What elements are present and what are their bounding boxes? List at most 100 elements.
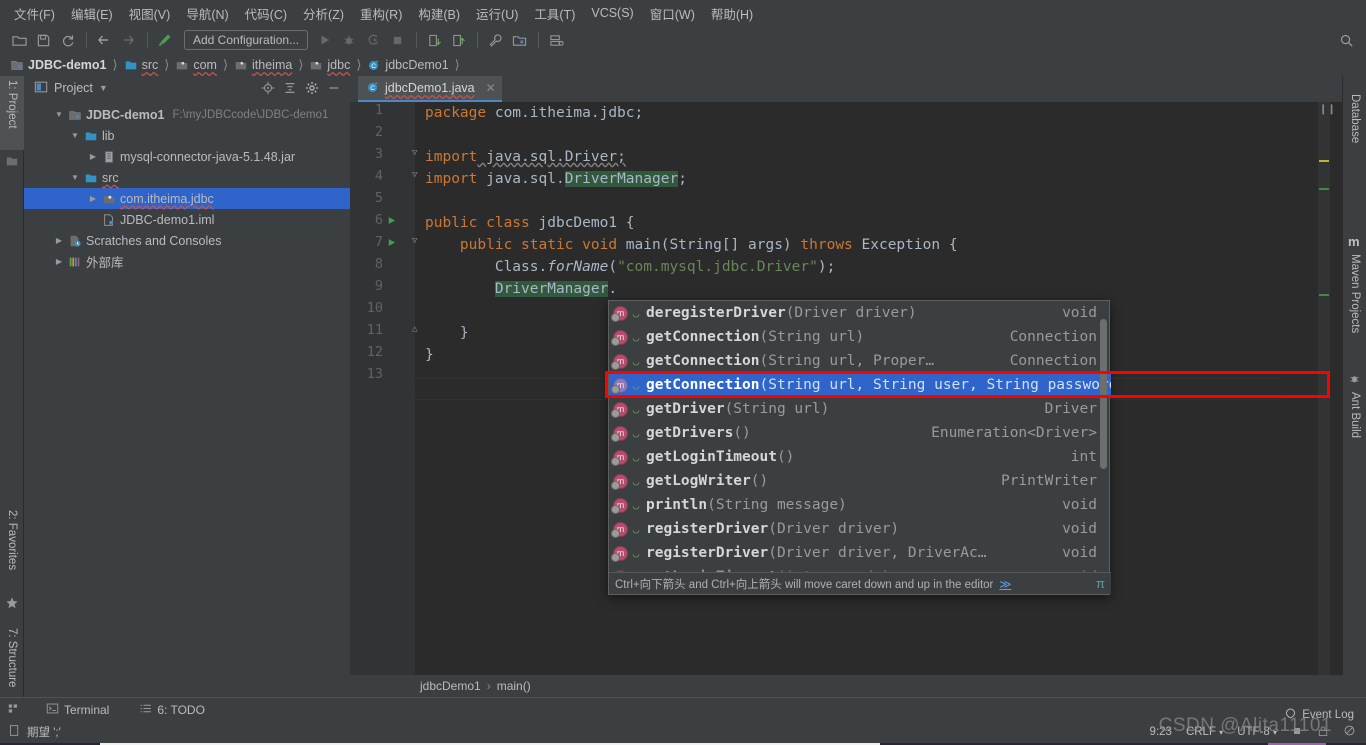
tree-node-src[interactable]: ▼ src [24,167,350,188]
locate-icon[interactable] [258,78,278,98]
run-configuration-selector[interactable]: Add Configuration... [184,30,309,50]
tree-node-lib[interactable]: ▼ lib [24,125,350,146]
menu-item-build[interactable]: 构建(B) [410,1,468,26]
tree-node-scratches[interactable]: ▶ Scratches and Consoles [24,230,350,251]
back-arrow-icon[interactable] [93,29,115,51]
bottom-tab-todo[interactable]: 6: TODO [133,700,211,720]
stop-icon[interactable] [386,29,408,51]
run-icon[interactable] [386,237,397,248]
chevron-down-icon[interactable]: ▼ [68,131,82,140]
tree-node-package[interactable]: ▶ com.itheima.jdbc [24,188,350,209]
stripe-info-marker[interactable] [1319,294,1329,296]
open-folder-icon[interactable] [8,29,30,51]
breadcrumb-class[interactable]: jdbcDemo1 [420,679,481,693]
tree-node-module[interactable]: ▼ JDBC-demo1 F:\myJDBCcode\JDBC-demo1 [24,104,350,125]
tree-node-iml[interactable]: JDBC-demo1.iml [24,209,350,230]
completion-item[interactable]: m ◡ deregisterDriver (Driver driver) voi… [609,301,1111,325]
pi-icon[interactable]: π [1096,576,1105,591]
completion-item[interactable]: m ◡ println (String message) void [609,493,1111,517]
commit-icon[interactable] [447,29,469,51]
completion-item[interactable]: m ◡ registerDriver (Driver driver) void [609,517,1111,541]
menu-item-tools[interactable]: 工具(T) [526,1,583,26]
menu-item-window[interactable]: 窗口(W) [642,1,703,26]
forward-arrow-icon[interactable] [117,29,139,51]
menu-item-edit[interactable]: 编辑(E) [63,1,121,26]
search-everywhere-icon[interactable] [1336,30,1356,50]
tree-node-jar[interactable]: ▶ mysql-connector-java-5.1.48.jar [24,146,350,167]
debug-icon[interactable] [338,29,360,51]
code-completion-popup[interactable]: m ◡ deregisterDriver (Driver driver) voi… [608,300,1111,595]
breadcrumb-item-jdbc[interactable]: jdbc ⟩ [305,54,363,76]
menu-item-view[interactable]: 视图(V) [121,1,179,26]
completion-list[interactable]: m ◡ deregisterDriver (Driver driver) voi… [609,301,1111,573]
structure-tool-label: 7: Structure [6,628,18,688]
sidebar-item-favorites[interactable]: 2: Favorites [0,506,24,592]
collapse-all-icon[interactable] [280,78,300,98]
menu-item-run[interactable]: 运行(U) [468,1,526,26]
editor-tab-jdbcdemo1[interactable]: C jdbcDemo1.java ✕ [358,76,502,102]
menu-item-vcs[interactable]: VCS(S) [583,3,641,23]
close-icon[interactable]: ✕ [486,81,496,95]
completion-scrollbar-thumb[interactable] [1100,319,1107,469]
run-icon[interactable] [386,215,397,226]
completion-method-args: (String url) [759,329,865,345]
tree-node-external-libraries[interactable]: ▶ 外部库 [24,251,350,272]
completion-method-args: (String message) [707,497,847,513]
breadcrumb-item-module[interactable]: JDBC-demo1 ⟩ [6,54,120,76]
breadcrumb-item-src[interactable]: src ⟩ [120,54,172,76]
build-hammer-icon[interactable] [154,29,176,51]
chevron-down-icon[interactable]: ▼ [68,173,82,182]
breadcrumb-item-itheima[interactable]: itheima ⟩ [230,54,305,76]
chevron-right-icon[interactable]: ▶ [86,152,100,161]
update-project-icon[interactable] [423,29,445,51]
breadcrumb-separator: ⟩ [164,57,170,72]
completion-item[interactable]: m ◡ registerDriver (Driver driver, Drive… [609,541,1111,565]
project-structure-icon[interactable] [508,29,530,51]
menu-item-navigate[interactable]: 导航(N) [178,1,236,26]
inspections-off-icon[interactable] [1343,724,1356,740]
chevron-right-icon[interactable]: ▶ [86,194,100,203]
menu-item-help[interactable]: 帮助(H) [703,1,761,26]
settings-wrench-icon[interactable] [484,29,506,51]
completion-item[interactable]: m ◡ getDriver (String url) Driver [609,397,1111,421]
menu-item-code[interactable]: 代码(C) [237,1,295,26]
save-all-icon[interactable] [32,29,54,51]
project-tree[interactable]: ▼ JDBC-demo1 F:\myJDBCcode\JDBC-demo1 ▼ … [24,100,350,697]
stripe-info-marker[interactable] [1319,188,1329,190]
run-coverage-icon[interactable] [362,29,384,51]
bottom-tab-terminal[interactable]: Terminal [40,700,115,720]
completion-item[interactable]: m ◡ getDrivers () Enumeration<Driver> [609,421,1111,445]
completion-item[interactable]: m ◡ getLoginTimeout () int [609,445,1111,469]
completion-item[interactable]: m ◡ getConnection (String url) Connectio… [609,325,1111,349]
breadcrumb-item-com[interactable]: com ⟩ [171,54,230,76]
run-icon[interactable] [314,29,336,51]
sync-refresh-icon[interactable] [56,29,78,51]
completion-hint-more-link[interactable]: ≫ [999,577,1011,591]
gear-icon[interactable] [302,78,322,98]
breadcrumb-item-class[interactable]: C jdbcDemo1 ⟩ [363,54,461,76]
completion-item[interactable]: m ◡ getConnection (String url, Proper… C… [609,349,1111,373]
completion-hint-bar: Ctrl+向下箭头 and Ctrl+向上箭头 will move caret … [609,572,1111,594]
hide-icon[interactable] [324,78,344,98]
sidebar-item-database[interactable]: Database [1343,90,1366,166]
menu-item-refactor[interactable]: 重构(R) [352,1,410,26]
sdk-manager-icon[interactable] [545,29,567,51]
breadcrumb-method[interactable]: main() [497,679,531,693]
completion-item-selected[interactable]: m ◡ getConnection (String url, String us… [609,373,1111,397]
inspection-status-icon[interactable]: ❙❙ [1319,104,1336,115]
sidebar-item-project[interactable]: 1: Project [0,76,24,150]
stripe-warning-marker[interactable] [1319,160,1329,162]
chevron-down-icon[interactable]: ▼ [99,83,108,93]
menu-item-analyze[interactable]: 分析(Z) [295,1,352,26]
sidebar-item-maven-projects[interactable]: Maven Projects [1343,250,1366,362]
public-static-icon: ◡ [632,306,640,320]
editor-gutter[interactable]: 1 2 3 4 5 6 7 8 9 10 11 12 13 ▽ ▽ ▽ △ [350,102,417,675]
show-tool-windows-icon[interactable] [8,702,22,718]
menu-item-file[interactable]: 文件(F) [6,1,63,26]
chevron-right-icon[interactable]: ▶ [52,236,66,245]
completion-item[interactable]: m ◡ getLogWriter () PrintWriter [609,469,1111,493]
chevron-down-icon[interactable]: ▼ [52,110,66,119]
chevron-right-icon[interactable]: ▶ [52,257,66,266]
sidebar-item-ant-build[interactable]: Ant Build [1343,388,1366,460]
editor-error-stripe[interactable]: ❙❙ [1318,102,1336,675]
